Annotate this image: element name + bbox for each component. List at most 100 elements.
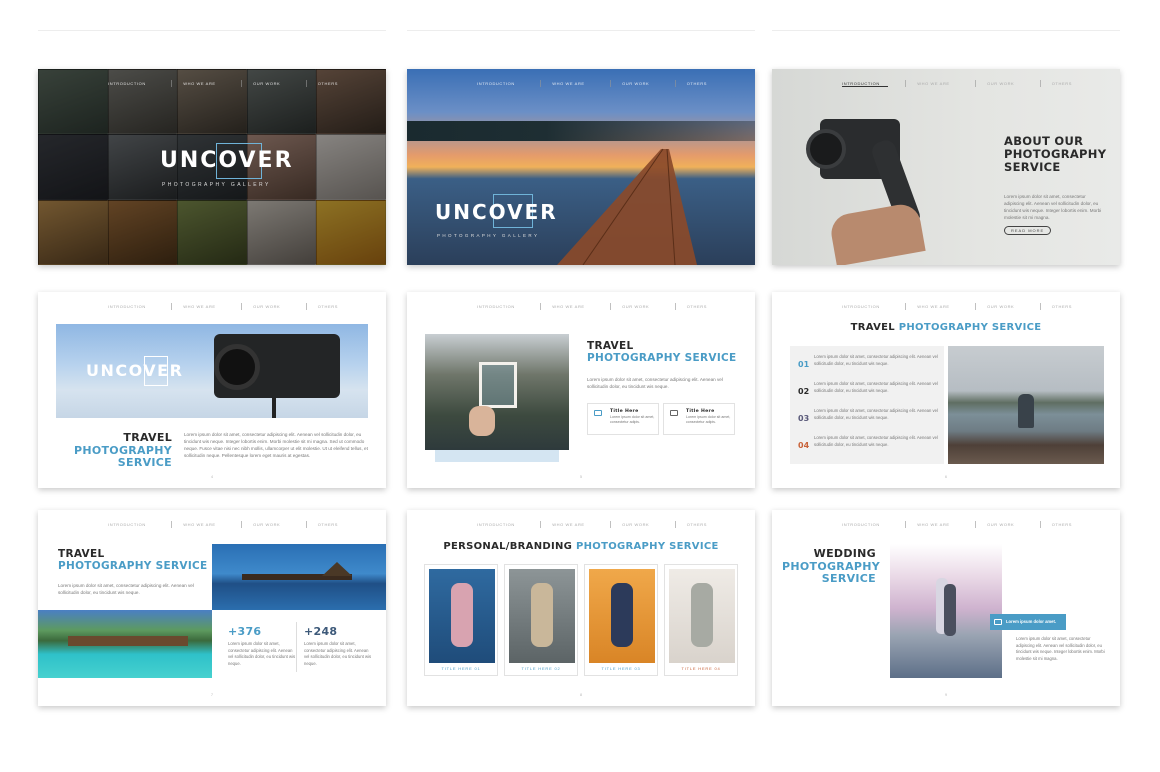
nav-introduction[interactable]: Introduction xyxy=(477,81,523,86)
slide-3-about[interactable]: Introduction Who we are Our Work Others … xyxy=(772,69,1120,265)
nav-others[interactable]: Others xyxy=(1039,521,1080,528)
slide-nav: Introduction Who we are Our Work Others xyxy=(842,80,1080,87)
branding-title-blue: PHOTOGRAPHY SERVICE xyxy=(575,541,719,552)
nav-introduction[interactable]: Introduction xyxy=(842,81,888,87)
brand-subtitle: PHOTOGRAPHY GALLERY xyxy=(437,233,540,238)
brand-title: UNCOVER xyxy=(435,200,558,224)
list-item-text: Lorem ipsum dolor sit amet, consectetur … xyxy=(814,354,938,366)
feature-box-1[interactable]: Title Here Lorem ipsum dolor sit amet, c… xyxy=(587,403,659,435)
stat-divider xyxy=(296,622,297,672)
wedding-body: Lorem ipsum dolor sit amet, consectetur … xyxy=(1016,636,1105,661)
travel-title-dark: TRAVEL xyxy=(587,340,634,352)
slide-7-travel-stats[interactable]: Introduction Who we are Our Work Others … xyxy=(38,510,386,706)
page-number: 6 xyxy=(944,474,948,479)
portrait-card-3[interactable]: TITLE HERE 03 xyxy=(584,564,658,676)
slide-9-wedding[interactable]: Introduction Who we are Our Work Others … xyxy=(772,510,1120,706)
portrait-card-1[interactable]: TITLE HERE 01 xyxy=(424,564,498,676)
slide-8-branding[interactable]: Introduction Who we are Our Work Others … xyxy=(407,510,755,706)
nav-who-we-are[interactable]: Who we are xyxy=(540,521,592,528)
travel-title-dark: TRAVEL xyxy=(123,431,172,444)
nav-our-work[interactable]: Our Work xyxy=(609,303,657,310)
nav-others[interactable]: Others xyxy=(305,303,346,310)
lake-woman-photo xyxy=(948,346,1104,464)
wedding-title-blue-2: SERVICE xyxy=(821,572,876,586)
nav-others[interactable]: Others xyxy=(305,521,346,528)
list-panel: 01 Lorem ipsum dolor sit amet, consectet… xyxy=(790,346,944,464)
portrait-caption: TITLE HERE 03 xyxy=(601,666,641,671)
page-number: 9 xyxy=(944,692,948,697)
read-more-button[interactable]: READ MORE xyxy=(1004,226,1052,235)
nav-who-we-are[interactable]: Who we are xyxy=(171,521,223,528)
slide-2-cover-pier[interactable]: Introduction Who we are Our Work Others … xyxy=(407,69,755,265)
nav-introduction[interactable]: Introduction xyxy=(477,522,523,527)
stat-1-value: +376 xyxy=(228,625,262,638)
shadow-strip xyxy=(435,450,559,462)
slide-6-travel-list[interactable]: Introduction Who we are Our Work Others … xyxy=(772,292,1120,488)
travel-title-line2: SERVICE xyxy=(117,456,172,470)
portrait-card-2[interactable]: TITLE HERE 02 xyxy=(504,564,578,676)
nav-others[interactable]: Others xyxy=(1039,80,1080,87)
nav-introduction[interactable]: Introduction xyxy=(842,522,888,527)
nav-our-work[interactable]: Our Work xyxy=(240,80,288,87)
feature-box-2[interactable]: Title Here Lorem ipsum dolor sit amet, c… xyxy=(663,403,735,435)
nav-who-we-are[interactable]: Who we are xyxy=(540,303,592,310)
wedding-title-dark: WEDDING xyxy=(813,547,876,560)
nav-introduction[interactable]: Introduction xyxy=(842,304,888,309)
travel-body: Lorem ipsum dolor sit amet, consectetur … xyxy=(587,377,723,389)
travel-body: Lorem ipsum dolor sit amet, consectetur … xyxy=(184,432,368,458)
nav-who-we-are[interactable]: Who we are xyxy=(171,80,223,87)
slide-1-cover-gallery[interactable]: Introduction Who we are Our Work Others … xyxy=(38,69,386,265)
about-title: ABOUT OUR PHOTOGRAPHY SERVICE xyxy=(1004,134,1107,175)
nav-who-we-are[interactable]: Who we are xyxy=(905,521,957,528)
nav-who-we-are[interactable]: Who we are xyxy=(171,303,223,310)
nav-others[interactable]: Others xyxy=(674,80,715,87)
bungalow-photo xyxy=(38,610,212,678)
travel-title-blue: PHOTOGRAPHY SERVICE xyxy=(898,322,1042,333)
polaroid-photo xyxy=(425,334,569,450)
wedding-title: WEDDING PHOTOGRAPHY SERVICE xyxy=(782,547,880,586)
portrait-photo xyxy=(589,569,655,663)
travel-title-blue: PHOTOGRAPHY xyxy=(73,443,172,457)
portrait-photo xyxy=(429,569,495,663)
nav-our-work[interactable]: Our Work xyxy=(974,521,1022,528)
stat-1-body: Lorem ipsum dolor sit amet, consectetur … xyxy=(228,641,296,666)
page-number: 7 xyxy=(210,692,214,697)
travel-title: TRAVEL PHOTOGRAPHY SERVICE xyxy=(60,431,172,470)
portrait-card-4[interactable]: TITLE HERE 04 xyxy=(664,564,738,676)
nav-introduction[interactable]: Introduction xyxy=(108,304,154,309)
nav-introduction[interactable]: Introduction xyxy=(477,304,523,309)
list-item-number: 02 xyxy=(798,387,810,396)
nav-who-we-are[interactable]: Who we are xyxy=(905,303,957,310)
nav-our-work[interactable]: Our Work xyxy=(609,80,657,87)
nav-our-work[interactable]: Our Work xyxy=(240,521,288,528)
nav-our-work[interactable]: Our Work xyxy=(974,303,1022,310)
feature-box-1-body: Lorem ipsum dolor sit amet, consectetur … xyxy=(610,415,655,424)
nav-who-we-are[interactable]: Who we are xyxy=(540,80,592,87)
feature-box-2-body: Lorem ipsum dolor sit amet, consectetur … xyxy=(686,415,731,424)
branding-title-dark: PERSONAL/BRANDING xyxy=(443,541,573,552)
wedding-tag-text: Lorem ipsum dolor amet. xyxy=(1006,619,1057,624)
nav-others[interactable]: Others xyxy=(674,303,715,310)
nav-others[interactable]: Others xyxy=(305,80,346,87)
nav-our-work[interactable]: Our Work xyxy=(240,303,288,310)
list-item-text: Lorem ipsum dolor sit amet, consectetur … xyxy=(814,408,938,420)
slide-5-travel-polaroid[interactable]: Introduction Who we are Our Work Others … xyxy=(407,292,755,488)
nav-introduction[interactable]: Introduction xyxy=(108,522,154,527)
slide-4-travel-camera[interactable]: Introduction Who we are Our Work Others … xyxy=(38,292,386,488)
nav-others[interactable]: Others xyxy=(1039,303,1080,310)
portrait-caption: TITLE HERE 02 xyxy=(521,666,561,671)
slide-nav: Introduction Who we are Our Work Others xyxy=(108,521,346,528)
nav-our-work[interactable]: Our Work xyxy=(609,521,657,528)
nav-introduction[interactable]: Introduction xyxy=(108,81,154,86)
slide-nav: Introduction Who we are Our Work Others xyxy=(842,521,1080,528)
feature-box-1-title: Title Here xyxy=(610,409,639,414)
nav-who-we-are[interactable]: Who we are xyxy=(905,80,957,87)
slide-nav: Introduction Who we are Our Work Others xyxy=(477,303,715,310)
nav-others[interactable]: Others xyxy=(674,521,715,528)
camera-icon xyxy=(994,619,1002,625)
branding-title: PERSONAL/BRANDING PHOTOGRAPHY SERVICE xyxy=(407,541,755,553)
camera-gimbal-photo xyxy=(792,99,952,265)
wedding-tag[interactable]: Lorem ipsum dolor amet. xyxy=(990,614,1066,630)
nav-our-work[interactable]: Our Work xyxy=(974,80,1022,87)
brand-title: UNCOVER xyxy=(160,148,294,173)
